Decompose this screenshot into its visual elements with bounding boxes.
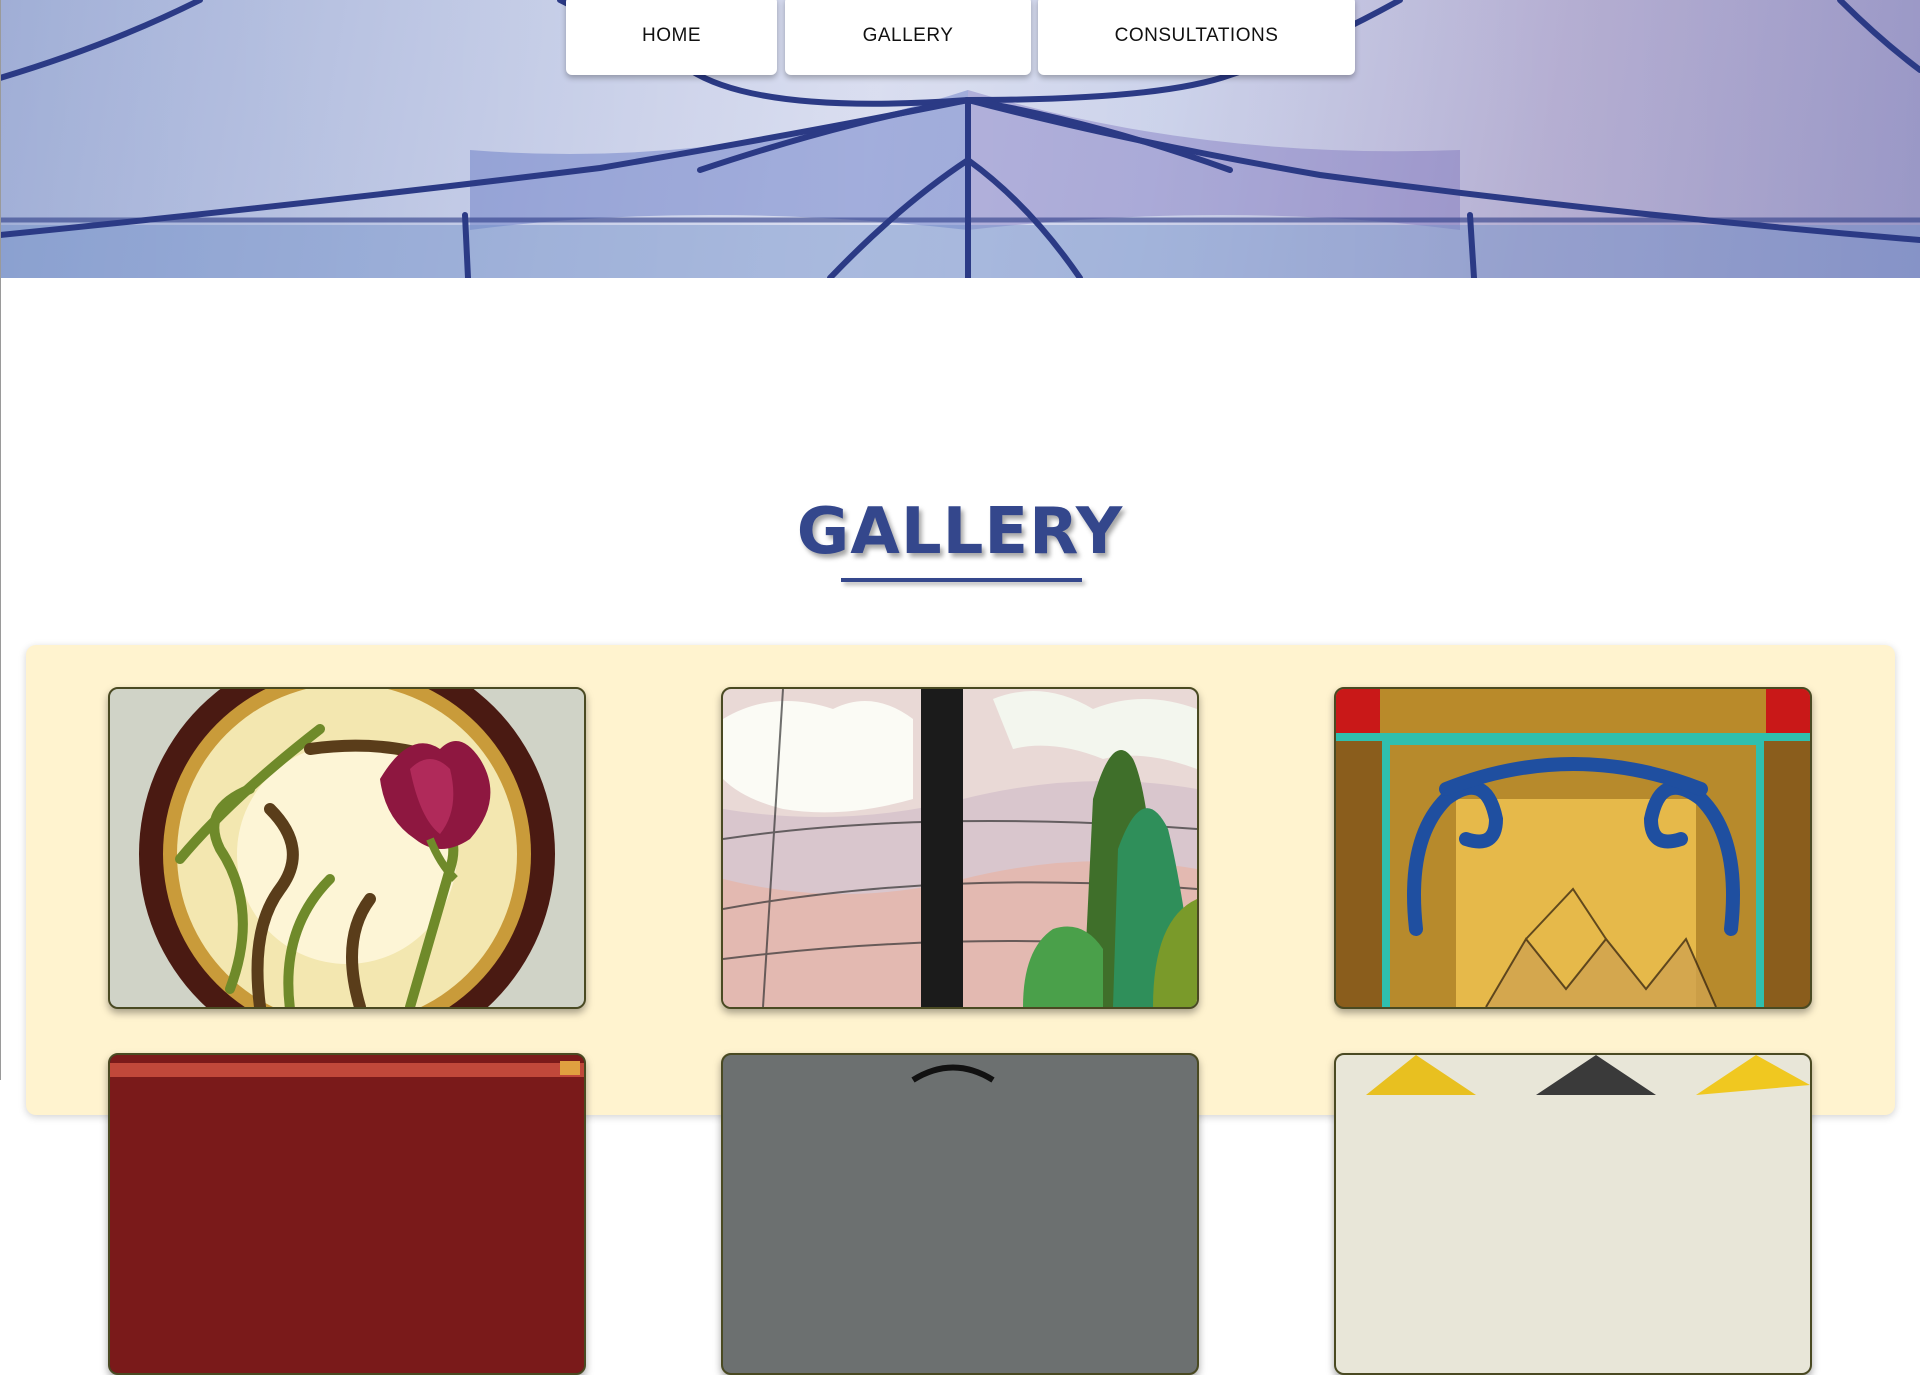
gallery-item-yellow-panel[interactable]	[1334, 1053, 1812, 1375]
gallery-item-amber-window[interactable]	[1334, 687, 1812, 1009]
page-title: GALLERY	[796, 495, 1124, 569]
gallery-item-grey-panel[interactable]	[721, 1053, 1199, 1375]
title-underline	[841, 578, 1082, 582]
gallery-item-tulip-roundel[interactable]	[108, 687, 586, 1009]
gallery-item-landscape-window[interactable]	[721, 687, 1199, 1009]
grey-panel-image	[723, 1055, 1197, 1373]
yellow-panel-image	[1336, 1055, 1810, 1373]
nav-consultations-link[interactable]: CONSULTATIONS	[1038, 0, 1355, 75]
landscape-window-image	[723, 689, 1197, 1007]
page-frame-edge	[0, 0, 1, 1080]
gallery-item-red-panel[interactable]	[108, 1053, 586, 1375]
red-panel-image	[110, 1055, 584, 1373]
tulip-roundel-image	[110, 689, 584, 1007]
nav-gallery-link[interactable]: GALLERY	[785, 0, 1031, 75]
nav-home-link[interactable]: HOME	[566, 0, 777, 75]
amber-window-image	[1336, 689, 1810, 1007]
